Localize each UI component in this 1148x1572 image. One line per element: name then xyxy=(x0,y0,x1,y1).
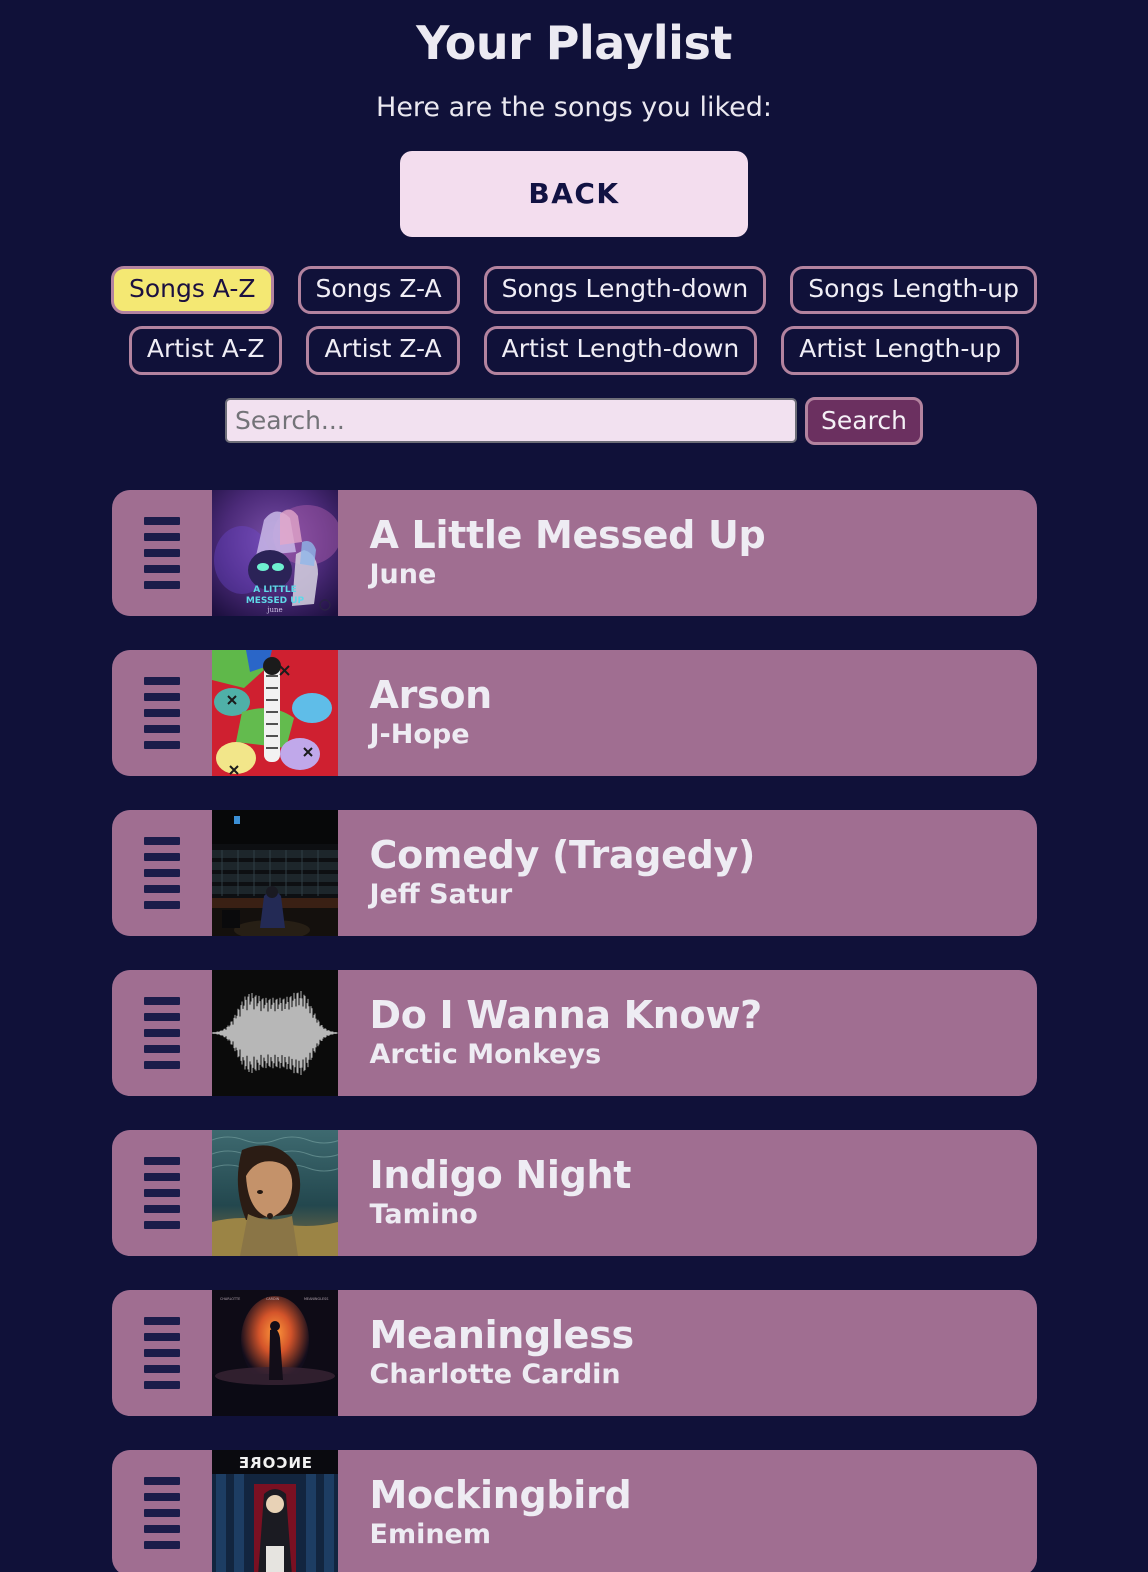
song-card[interactable]: Indigo Night Tamino xyxy=(111,1129,1037,1256)
sort-button-artist-a-z[interactable]: Artist A-Z xyxy=(128,326,283,375)
album-art xyxy=(211,1129,338,1256)
song-title: Arson xyxy=(369,673,493,718)
song-card[interactable]: ƎNCORE Mockingbird Eminem xyxy=(111,1449,1037,1572)
song-meta: Do I Wanna Know? Arctic Monkeys xyxy=(338,970,1037,1096)
album-art: ƎNCORE xyxy=(211,1449,338,1572)
search-button[interactable]: Search xyxy=(805,396,923,445)
song-artist: Tamino xyxy=(369,1198,478,1230)
svg-text:CHARLOTTE: CHARLOTTE xyxy=(220,1297,240,1301)
song-title: Do I Wanna Know? xyxy=(369,993,763,1038)
svg-text:CARDIN: CARDIN xyxy=(266,1297,280,1301)
song-card[interactable]: Do I Wanna Know? Arctic Monkeys xyxy=(111,969,1037,1096)
back-button-container: BACK xyxy=(0,150,1148,237)
drag-handle-icon[interactable] xyxy=(112,810,212,936)
song-artist: Eminem xyxy=(369,1518,492,1550)
search-input[interactable] xyxy=(225,398,798,444)
album-art xyxy=(211,649,338,776)
drag-handle-icon[interactable] xyxy=(112,490,212,616)
song-title: A Little Messed Up xyxy=(369,513,766,558)
svg-text:june: june xyxy=(266,606,282,614)
song-artist: Arctic Monkeys xyxy=(369,1038,602,1070)
drag-handle-icon[interactable] xyxy=(112,970,212,1096)
drag-handle-icon[interactable] xyxy=(112,1290,212,1416)
song-meta: Meaningless Charlotte Cardin xyxy=(338,1290,1037,1416)
song-artist: Jeff Satur xyxy=(369,878,513,910)
svg-text:MESSED UP: MESSED UP xyxy=(245,596,304,606)
sort-button-artist-z-a[interactable]: Artist Z-A xyxy=(306,326,460,375)
song-meta: Arson J-Hope xyxy=(338,650,1037,776)
sort-row-artists: Artist A-Z Artist Z-A Artist Length-down Ar… xyxy=(0,326,1148,375)
drag-handle-icon[interactable] xyxy=(112,1130,212,1256)
song-title: Comedy (Tragedy) xyxy=(369,833,756,878)
svg-text:ƎNCORE: ƎNCORE xyxy=(237,1454,311,1472)
back-button[interactable]: BACK xyxy=(400,150,748,237)
sort-button-artist-length-up[interactable]: Artist Length-up xyxy=(781,326,1020,375)
song-artist: J-Hope xyxy=(369,718,470,750)
song-card[interactable]: A LITTLE MESSED UP june A Little Messed … xyxy=(111,489,1037,616)
drag-handle-icon[interactable] xyxy=(112,650,212,776)
song-meta: Mockingbird Eminem xyxy=(338,1450,1037,1572)
sort-button-artist-length-down[interactable]: Artist Length-down xyxy=(483,326,758,375)
search-bar: Search xyxy=(0,396,1148,445)
sort-button-songs-z-a[interactable]: Songs Z-A xyxy=(297,265,460,315)
album-art xyxy=(211,809,338,936)
song-meta: Comedy (Tragedy) Jeff Satur xyxy=(338,810,1037,936)
song-artist: Charlotte Cardin xyxy=(369,1358,621,1390)
sort-button-songs-length-down[interactable]: Songs Length-down xyxy=(483,265,767,315)
album-art: A LITTLE MESSED UP june xyxy=(211,489,338,616)
svg-text:MEANINGLESS: MEANINGLESS xyxy=(304,1297,328,1301)
song-artist: June xyxy=(369,558,437,590)
song-card[interactable]: CHARLOTTE CARDIN MEANINGLESS Meaningless… xyxy=(111,1289,1037,1416)
song-list: A LITTLE MESSED UP june A Little Messed … xyxy=(0,489,1148,1572)
drag-handle-icon[interactable] xyxy=(112,1450,212,1572)
song-card[interactable]: Comedy (Tragedy) Jeff Satur xyxy=(111,809,1037,936)
playlist-page: Your Playlist Here are the songs you lik… xyxy=(0,0,1148,1572)
page-subtitle: Here are the songs you liked: xyxy=(376,91,772,123)
svg-text:A LITTLE: A LITTLE xyxy=(253,585,297,595)
sort-controls: Songs A-Z Songs Z-A Songs Length-down Songs… xyxy=(0,265,1148,375)
song-title: Indigo Night xyxy=(369,1153,632,1198)
song-meta: A Little Messed Up June xyxy=(338,490,1037,616)
page-title: Your Playlist xyxy=(416,16,732,70)
sort-button-songs-length-up[interactable]: Songs Length-up xyxy=(790,265,1038,315)
song-meta: Indigo Night Tamino xyxy=(338,1130,1037,1256)
album-art: CHARLOTTE CARDIN MEANINGLESS xyxy=(211,1289,338,1416)
sort-row-songs: Songs A-Z Songs Z-A Songs Length-down Songs… xyxy=(0,265,1148,315)
sort-button-songs-a-z[interactable]: Songs A-Z xyxy=(110,265,274,315)
song-title: Mockingbird xyxy=(369,1473,632,1518)
song-card[interactable]: Arson J-Hope xyxy=(111,649,1037,776)
album-art xyxy=(211,969,338,1096)
song-title: Meaningless xyxy=(369,1313,635,1358)
